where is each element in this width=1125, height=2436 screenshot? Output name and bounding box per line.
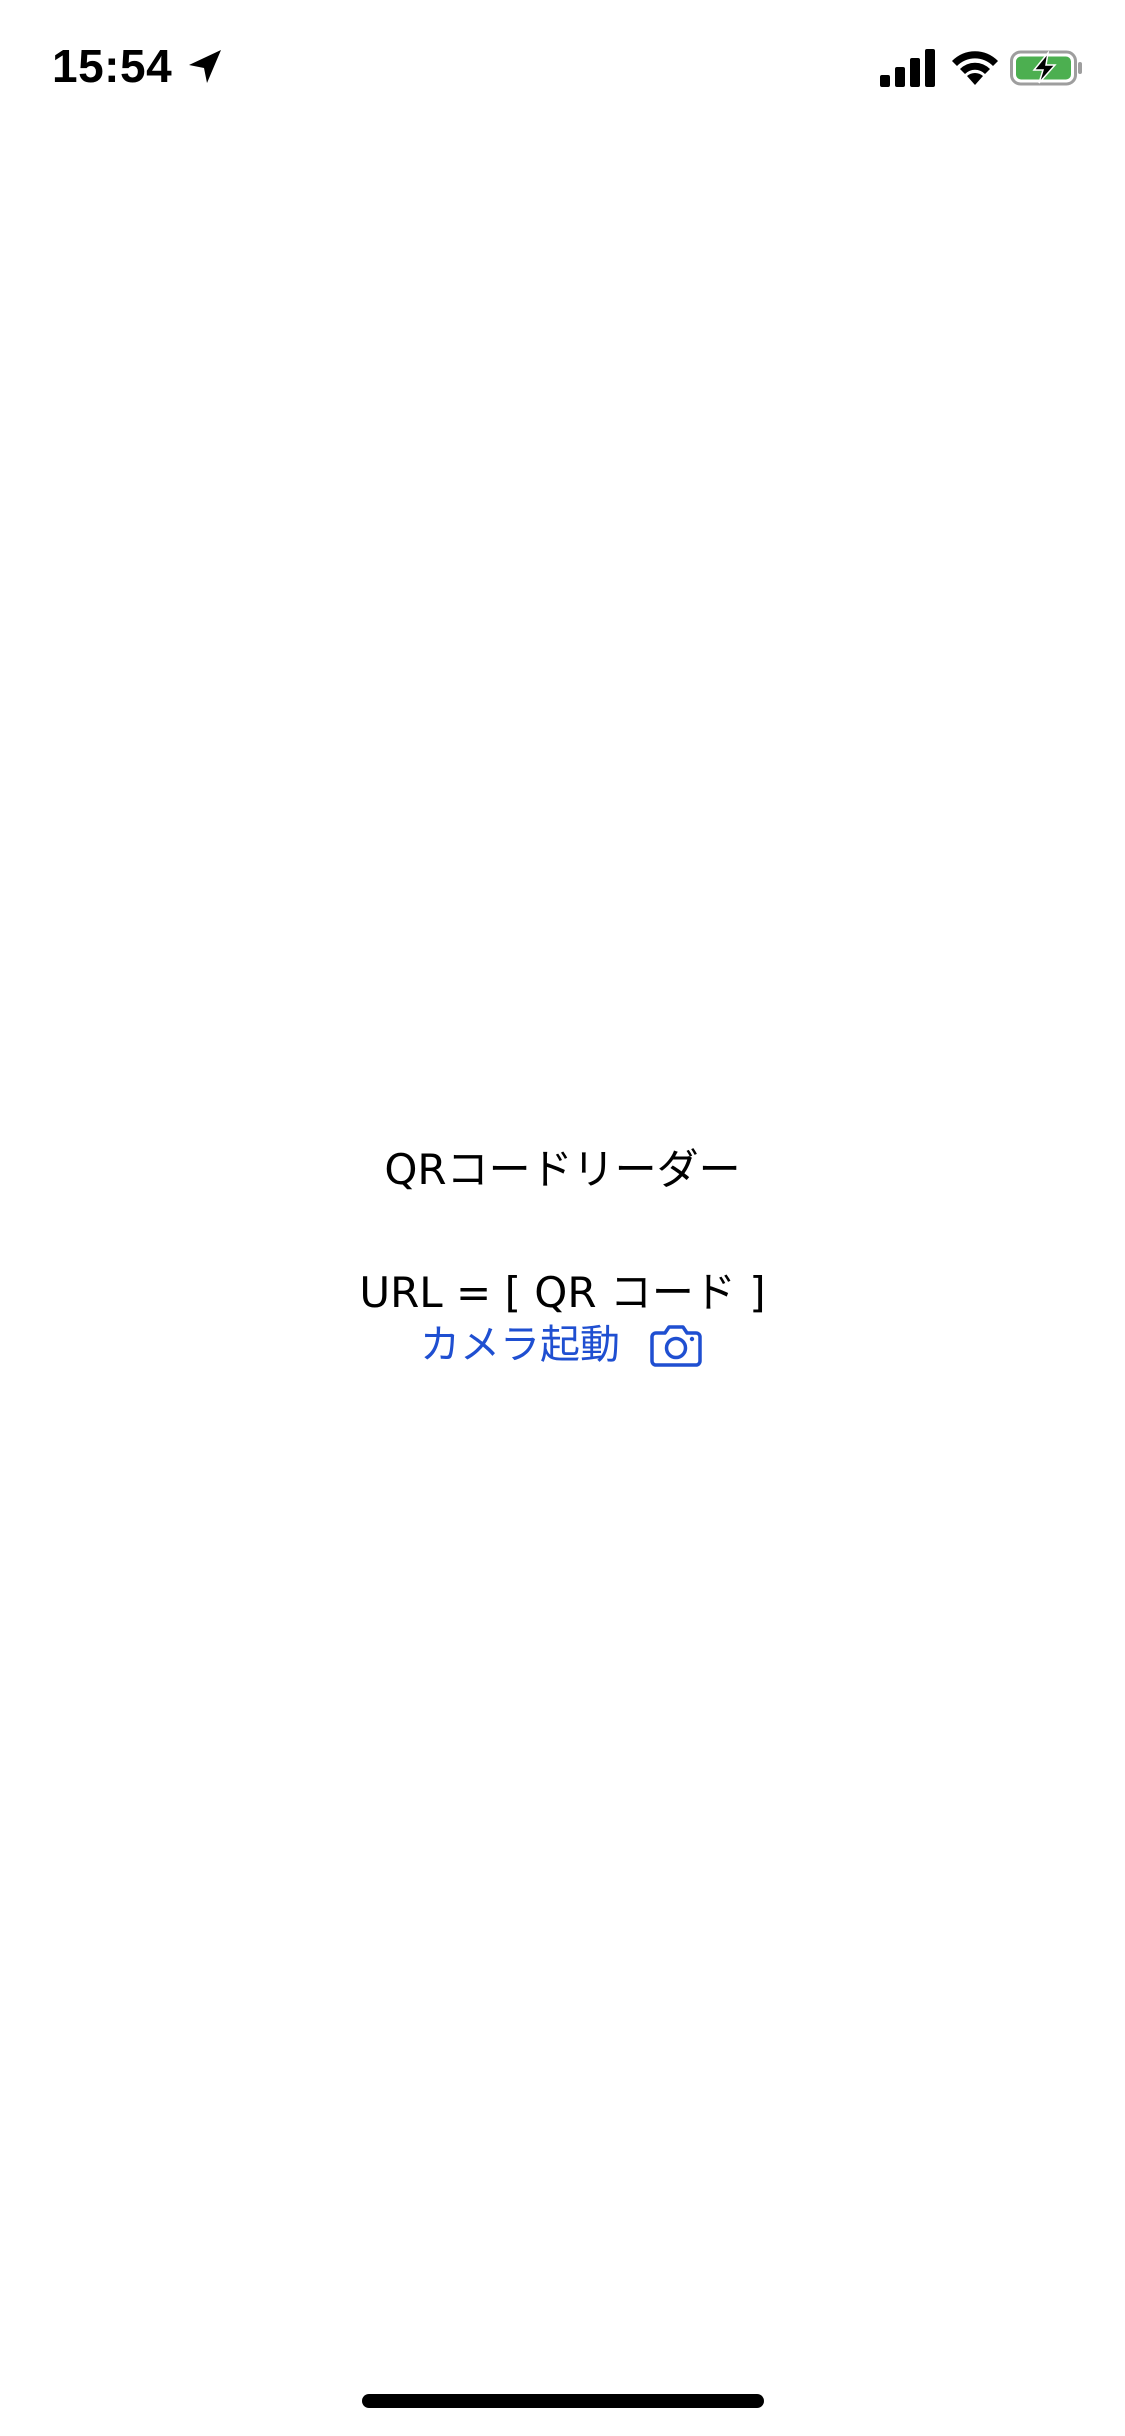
location-arrow-icon bbox=[189, 50, 221, 83]
url-result-text: URL = [ QR コード ] bbox=[359, 1268, 766, 1317]
battery-charging-icon bbox=[1010, 50, 1082, 86]
launch-camera-button[interactable]: カメラ起動 bbox=[420, 1316, 702, 1374]
wifi-icon bbox=[952, 51, 998, 85]
launch-camera-label: カメラ起動 bbox=[420, 1322, 620, 1368]
camera-icon[interactable] bbox=[650, 1323, 702, 1367]
cellular-signal-icon bbox=[880, 49, 935, 87]
status-time: 15:54 bbox=[52, 40, 173, 92]
status-bar: 15:54 bbox=[0, 0, 1125, 140]
page-title: QRコードリーダー bbox=[384, 1145, 741, 1194]
home-indicator[interactable] bbox=[362, 2394, 764, 2408]
